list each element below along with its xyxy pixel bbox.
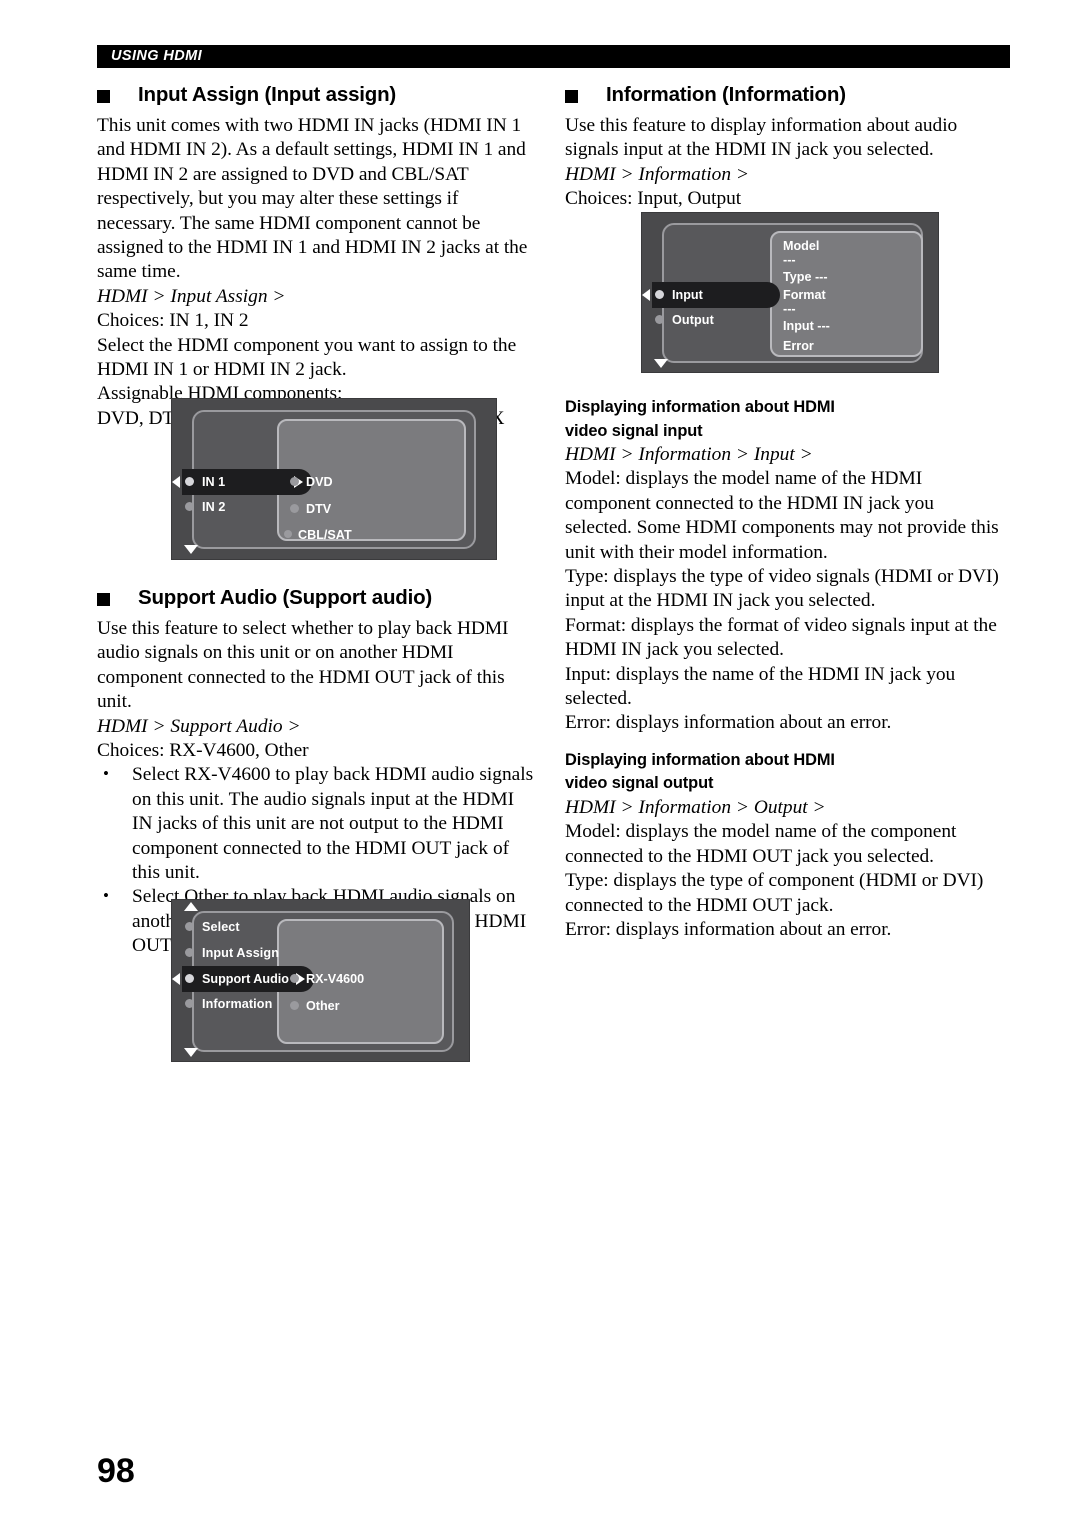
page-number: 98	[97, 1452, 135, 1490]
section-heading-support-audio: Support Audio (Support audio)	[97, 585, 537, 611]
information-paragraph-1: Use this feature to display information …	[565, 115, 958, 161]
square-bullet-icon	[97, 90, 110, 103]
input-assign-choices: Choices: IN 1, IN 2	[97, 310, 249, 332]
osd-info-field-type: Type ---	[783, 270, 828, 284]
osd-info-field-input: Input ---	[783, 319, 830, 333]
osd-bullet-icon-in2	[185, 502, 194, 511]
support-audio-menu-path: HDMI > Support Audio >	[97, 715, 301, 737]
osd-option-other[interactable]: Other	[306, 999, 340, 1013]
osd-item-label-output[interactable]: Output	[672, 313, 714, 327]
right-column: Information (Information) Use this featu…	[565, 82, 1005, 212]
list-item: Select RX-V4600 to play back HDMI audio …	[97, 762, 537, 885]
information-choices: Choices: Input, Output	[565, 188, 742, 210]
subheading-video-signal-output-line2: video signal output	[565, 774, 714, 793]
osd-diagram-input-assign: IN 1 IN 2 DVD DTV CBL/SAT	[171, 398, 497, 560]
osd-bullet-icon-rxv4600	[290, 974, 299, 983]
osd-option-cblsat[interactable]: CBL/SAT	[298, 528, 352, 542]
triangle-down-icon[interactable]	[184, 1048, 198, 1057]
section-heading-information: Information (Information)	[565, 82, 1005, 108]
osd-bullet-icon-other	[290, 1001, 299, 1010]
osd-info-field-model: Model	[783, 239, 820, 253]
information-input-model-paragraph: Model: displays the model name of the HD…	[565, 468, 999, 563]
osd-bullet-icon-select	[185, 922, 194, 931]
osd-item-label-input: Input	[672, 288, 703, 302]
osd-info-value-model: ---	[783, 253, 796, 267]
running-header-bar: USING HDMI	[97, 45, 1010, 68]
information-output-type-paragraph: Type: displays the type of component (HD…	[565, 870, 984, 916]
input-assign-menu-path: HDMI > Input Assign >	[97, 285, 286, 307]
subheading-video-signal-input-line1: Displaying information about HDMI	[565, 398, 835, 416]
triangle-left-icon	[172, 973, 180, 985]
osd-bullet-icon-input-assign	[185, 948, 194, 957]
osd-item-label-select[interactable]: Select	[202, 920, 240, 934]
section-heading-support-audio-text: Support Audio (Support audio)	[138, 586, 433, 609]
osd-item-label-support-audio: Support Audio	[202, 972, 289, 986]
osd-diagram-support-audio: Select Input Assign Support Audio Inform…	[171, 899, 470, 1062]
running-header-title: USING HDMI	[111, 48, 202, 64]
input-assign-paragraph-1: This unit comes with two HDMI IN jacks (…	[97, 115, 528, 283]
information-menu-path: HDMI > Information >	[565, 163, 749, 185]
information-input-format-paragraph: Format: displays the format of video sig…	[565, 614, 997, 661]
section-heading-input-assign: Input Assign (Input assign)	[97, 82, 537, 108]
section-heading-information-text: Information (Information)	[606, 83, 846, 106]
subheading-video-signal-output: Displaying information about HDMI video …	[565, 749, 1005, 796]
osd-option-rxv4600[interactable]: RX-V4600	[306, 972, 364, 986]
information-output-menu-path: HDMI > Information > Output >	[565, 796, 826, 818]
support-audio-choices: Choices: RX-V4600, Other	[97, 740, 309, 762]
left-column: Input Assign (Input assign) This unit co…	[97, 82, 537, 431]
subheading-video-signal-input-line2: video signal input	[565, 421, 703, 440]
triangle-left-icon	[172, 476, 180, 488]
triangle-up-icon[interactable]	[184, 902, 198, 911]
osd-bullet-icon-input	[655, 290, 664, 299]
subheading-video-signal-output-line1: Displaying information about HDMI	[565, 750, 835, 769]
osd-bullet-icon-cblsat	[284, 530, 292, 538]
osd-item-label-in1: IN 1	[202, 475, 226, 489]
osd-bullet-icon-information	[185, 999, 194, 1008]
right-column-part2: Displaying information about HDMI video …	[565, 388, 1005, 942]
triangle-left-icon	[642, 289, 650, 301]
subheading-video-signal-input: Displaying information about HDMI video …	[565, 396, 1005, 443]
information-input-error-paragraph: Error: displays information about an err…	[565, 712, 892, 734]
information-input-menu-path: HDMI > Information > Input >	[565, 444, 813, 465]
square-bullet-icon	[565, 90, 578, 103]
osd-info-field-format: Format	[783, 288, 826, 302]
osd-bullet-icon-output	[655, 315, 664, 324]
osd-bullet-icon-dtv	[290, 504, 299, 513]
osd-item-label-information[interactable]: Information	[202, 997, 272, 1011]
square-bullet-icon	[97, 593, 110, 606]
osd-info-value-format: ---	[783, 302, 796, 316]
information-input-input-paragraph: Input: displays the name of the HDMI IN …	[565, 663, 956, 710]
osd-option-dtv[interactable]: DTV	[306, 502, 331, 516]
osd-item-label-in2[interactable]: IN 2	[202, 500, 226, 514]
information-input-type-paragraph: Type: displays the type of video signals…	[565, 566, 999, 612]
support-audio-paragraph-1: Use this feature to select whether to pl…	[97, 618, 509, 713]
osd-bullet-icon-in1	[185, 477, 194, 486]
information-output-error-paragraph: Error: displays information about an err…	[565, 918, 892, 940]
section-heading-input-assign-text: Input Assign (Input assign)	[138, 83, 397, 106]
information-output-model-paragraph: Model: displays the model name of the co…	[565, 821, 957, 867]
osd-bullet-icon-support-audio	[185, 974, 194, 983]
osd-option-dvd[interactable]: DVD	[306, 475, 333, 489]
osd-bullet-icon-dvd	[290, 477, 299, 486]
osd-info-field-error: Error	[783, 339, 814, 353]
triangle-down-icon[interactable]	[184, 545, 198, 554]
osd-item-label-input-assign[interactable]: Input Assign	[202, 946, 279, 960]
input-assign-paragraph-2: Select the HDMI component you want to as…	[97, 334, 517, 381]
osd-diagram-information: Input Output Model --- Type --- Format -…	[641, 212, 939, 373]
triangle-down-icon[interactable]	[654, 359, 668, 368]
